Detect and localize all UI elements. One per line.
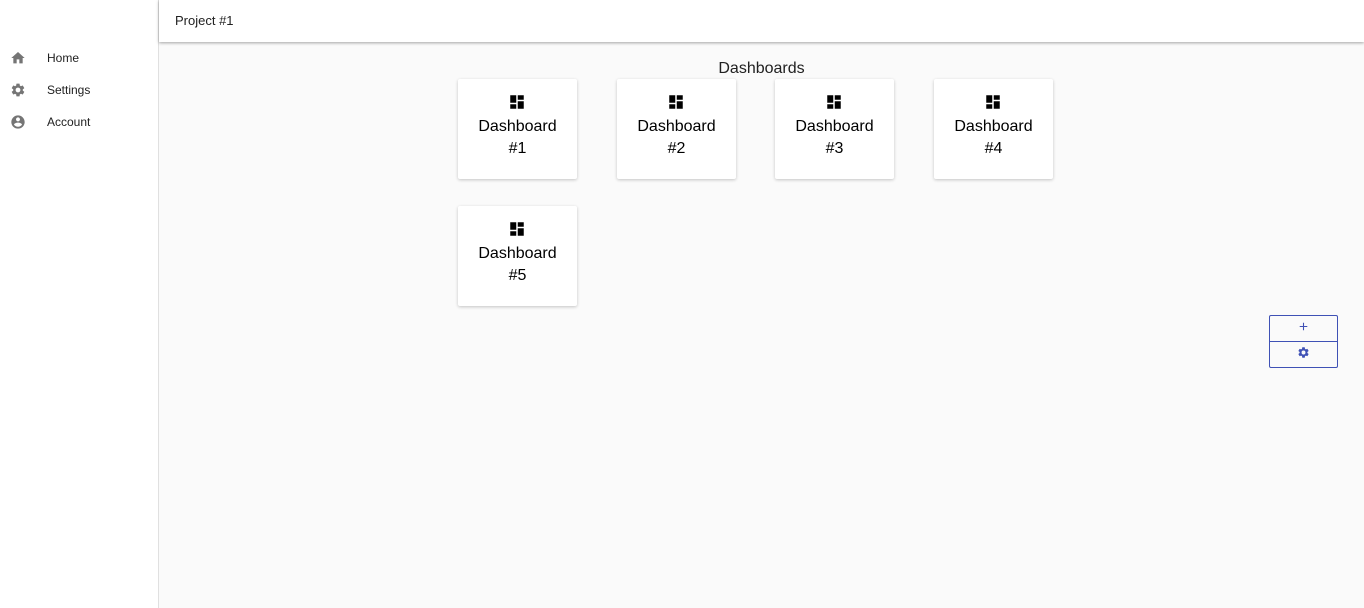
sidebar-item-label: Account — [47, 115, 91, 129]
dashboard-card-number: #2 — [667, 140, 686, 157]
sidebar-item-home[interactable]: Home — [0, 42, 158, 74]
dashboard-icon — [667, 93, 685, 111]
section-title: Dashboards — [718, 60, 805, 77]
dashboard-icon — [508, 93, 526, 111]
dashboard-card-4[interactable]: Dashboard #4 — [934, 79, 1053, 179]
dashboard-card-name: Dashboard — [478, 118, 557, 135]
sidebar-item-label: Settings — [47, 83, 91, 97]
dashboard-card-5[interactable]: Dashboard #5 — [458, 206, 577, 306]
home-icon — [10, 50, 26, 66]
dashboard-actions — [1269, 315, 1338, 368]
dashboard-card-number: #1 — [508, 140, 527, 157]
dashboard-card-label: Dashboard #2 — [617, 116, 736, 160]
dashboard-icon — [984, 93, 1002, 111]
dashboard-card-name: Dashboard — [954, 118, 1033, 135]
sidebar: Home Settings Account — [0, 0, 159, 608]
dashboard-card-label: Dashboard #5 — [458, 243, 577, 287]
sidebar-item-account[interactable]: Account — [0, 106, 158, 138]
dashboard-card-label: Dashboard #4 — [934, 116, 1053, 160]
sidebar-item-label: Home — [47, 51, 80, 65]
account-circle-icon — [10, 114, 26, 130]
dashboard-card-number: #5 — [508, 267, 527, 284]
plus-icon — [1297, 320, 1310, 338]
main-content: Dashboards Dashboard #1 Dashboard #2 Das… — [159, 42, 1364, 608]
sidebar-nav: Home Settings Account — [0, 42, 158, 138]
gear-icon — [10, 82, 26, 98]
dashboard-card-number: #3 — [825, 140, 844, 157]
sidebar-item-settings[interactable]: Settings — [0, 74, 158, 106]
dashboard-card-name: Dashboard — [637, 118, 716, 135]
dashboard-icon — [508, 220, 526, 238]
dashboard-card-name: Dashboard — [478, 245, 557, 262]
dashboard-icon — [825, 93, 843, 111]
dashboard-card-1[interactable]: Dashboard #1 — [458, 79, 577, 179]
add-dashboard-button[interactable] — [1270, 316, 1337, 341]
dashboard-card-2[interactable]: Dashboard #2 — [617, 79, 736, 179]
dashboard-card-name: Dashboard — [795, 118, 874, 135]
dashboard-card-number: #4 — [984, 140, 1003, 157]
dashboard-card-label: Dashboard #3 — [775, 116, 894, 160]
dashboard-card-label: Dashboard #1 — [458, 116, 577, 160]
dashboard-settings-button[interactable] — [1270, 341, 1337, 367]
top-app-bar: Project #1 — [159, 0, 1364, 42]
gear-icon — [1297, 346, 1310, 364]
page-title: Project #1 — [175, 13, 234, 28]
dashboard-card-3[interactable]: Dashboard #3 — [775, 79, 894, 179]
